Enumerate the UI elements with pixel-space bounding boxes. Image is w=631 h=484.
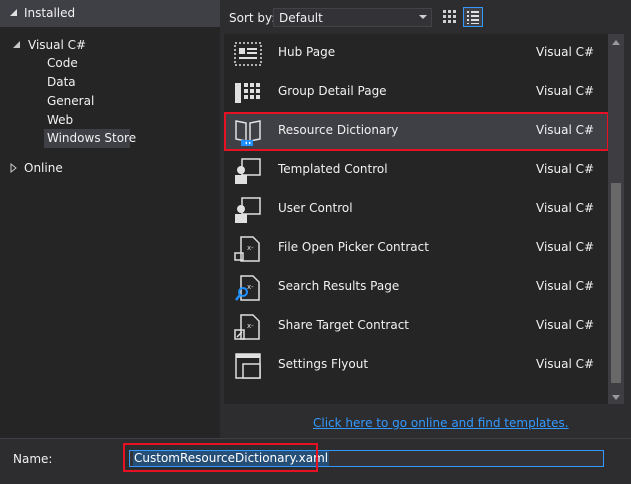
group-detail-page-icon <box>235 83 260 103</box>
template-language: Visual C# <box>536 45 595 59</box>
template-name: Hub Page <box>278 45 336 59</box>
expanded-triangle-icon <box>10 9 17 16</box>
tree-node-online[interactable]: Online <box>10 160 210 178</box>
list-view-button[interactable] <box>463 7 483 27</box>
sort-dropdown[interactable]: Default <box>273 8 432 27</box>
small-icons-view-button[interactable] <box>440 7 460 27</box>
grid-view-icon <box>443 10 456 23</box>
tree-item-data[interactable]: Data <box>47 75 76 89</box>
scroll-up-icon[interactable] <box>612 40 620 45</box>
template-language: Visual C# <box>536 279 595 293</box>
hub-page-icon <box>234 42 262 66</box>
tree-node-installed[interactable]: Installed <box>0 0 220 27</box>
template-row-hub-page[interactable]: Hub Page Visual C# <box>224 34 608 73</box>
svg-text:x-: x- <box>247 244 254 252</box>
template-language: Visual C# <box>536 357 595 371</box>
tree-item-web[interactable]: Web <box>47 113 73 127</box>
template-language: Visual C# <box>536 84 595 98</box>
tree-item-general[interactable]: General <box>47 94 94 108</box>
svg-text:x-: x- <box>247 322 254 330</box>
tree-label-installed: Installed <box>24 6 76 20</box>
name-input-highlight <box>123 443 318 472</box>
tree-label-online: Online <box>24 161 63 175</box>
template-name: Group Detail Page <box>278 84 387 98</box>
sort-label: Sort by: <box>229 11 276 25</box>
online-templates-link[interactable]: Click here to go online and find templat… <box>313 416 569 430</box>
template-name: User Control <box>278 201 353 215</box>
svg-text:x-: x- <box>247 283 254 291</box>
tree-label-visual-csharp: Visual C# <box>28 38 87 52</box>
scroll-down-icon[interactable] <box>612 395 620 400</box>
template-row-share-target[interactable]: x- Share Target Contract Visual C# <box>224 307 608 346</box>
template-row-settings-flyout[interactable]: Settings Flyout Visual C# <box>224 346 608 385</box>
collapsed-triangle-icon <box>10 163 17 173</box>
template-list: Hub Page Visual C# Group Detail Page Vis… <box>224 34 608 404</box>
name-label: Name: <box>13 452 53 466</box>
chevron-down-icon <box>419 15 427 19</box>
settings-flyout-icon <box>235 353 261 379</box>
scrollbar-thumb[interactable] <box>611 183 621 383</box>
template-language: Visual C# <box>536 240 595 254</box>
selected-row-highlight <box>224 112 609 151</box>
share-target-icon: x- <box>234 314 260 340</box>
tree-item-code[interactable]: Code <box>47 56 78 70</box>
tree-item-windows-store[interactable]: Windows Store <box>44 129 136 148</box>
template-name: Templated Control <box>278 162 388 176</box>
template-language: Visual C# <box>536 201 595 215</box>
search-results-icon: x- <box>235 275 260 301</box>
template-name: Share Target Contract <box>278 318 410 332</box>
expanded-triangle-icon <box>13 41 20 48</box>
template-row-templated-control[interactable]: Templated Control Visual C# <box>224 151 608 190</box>
template-language: Visual C# <box>536 318 595 332</box>
template-row-file-open-picker[interactable]: x- File Open Picker Contract Visual C# <box>224 229 608 268</box>
file-open-picker-icon: x- <box>234 236 260 262</box>
template-name: Search Results Page <box>278 279 400 293</box>
template-tree-panel <box>0 0 220 438</box>
template-row-user-control[interactable]: User Control Visual C# <box>224 190 608 229</box>
tree-label-windows-store: Windows Store <box>47 131 137 145</box>
template-row-search-results-page[interactable]: x- Search Results Page Visual C# <box>224 268 608 307</box>
template-row-group-detail-page[interactable]: Group Detail Page Visual C# <box>224 73 608 112</box>
sort-value: Default <box>279 11 323 25</box>
template-name: Settings Flyout <box>278 357 369 371</box>
list-view-icon <box>467 11 479 24</box>
template-name: File Open Picker Contract <box>278 240 429 254</box>
templated-control-icon <box>235 158 261 184</box>
user-control-icon <box>235 197 261 223</box>
template-language: Visual C# <box>536 162 595 176</box>
tree-node-visual-csharp[interactable]: Visual C# <box>10 37 210 55</box>
